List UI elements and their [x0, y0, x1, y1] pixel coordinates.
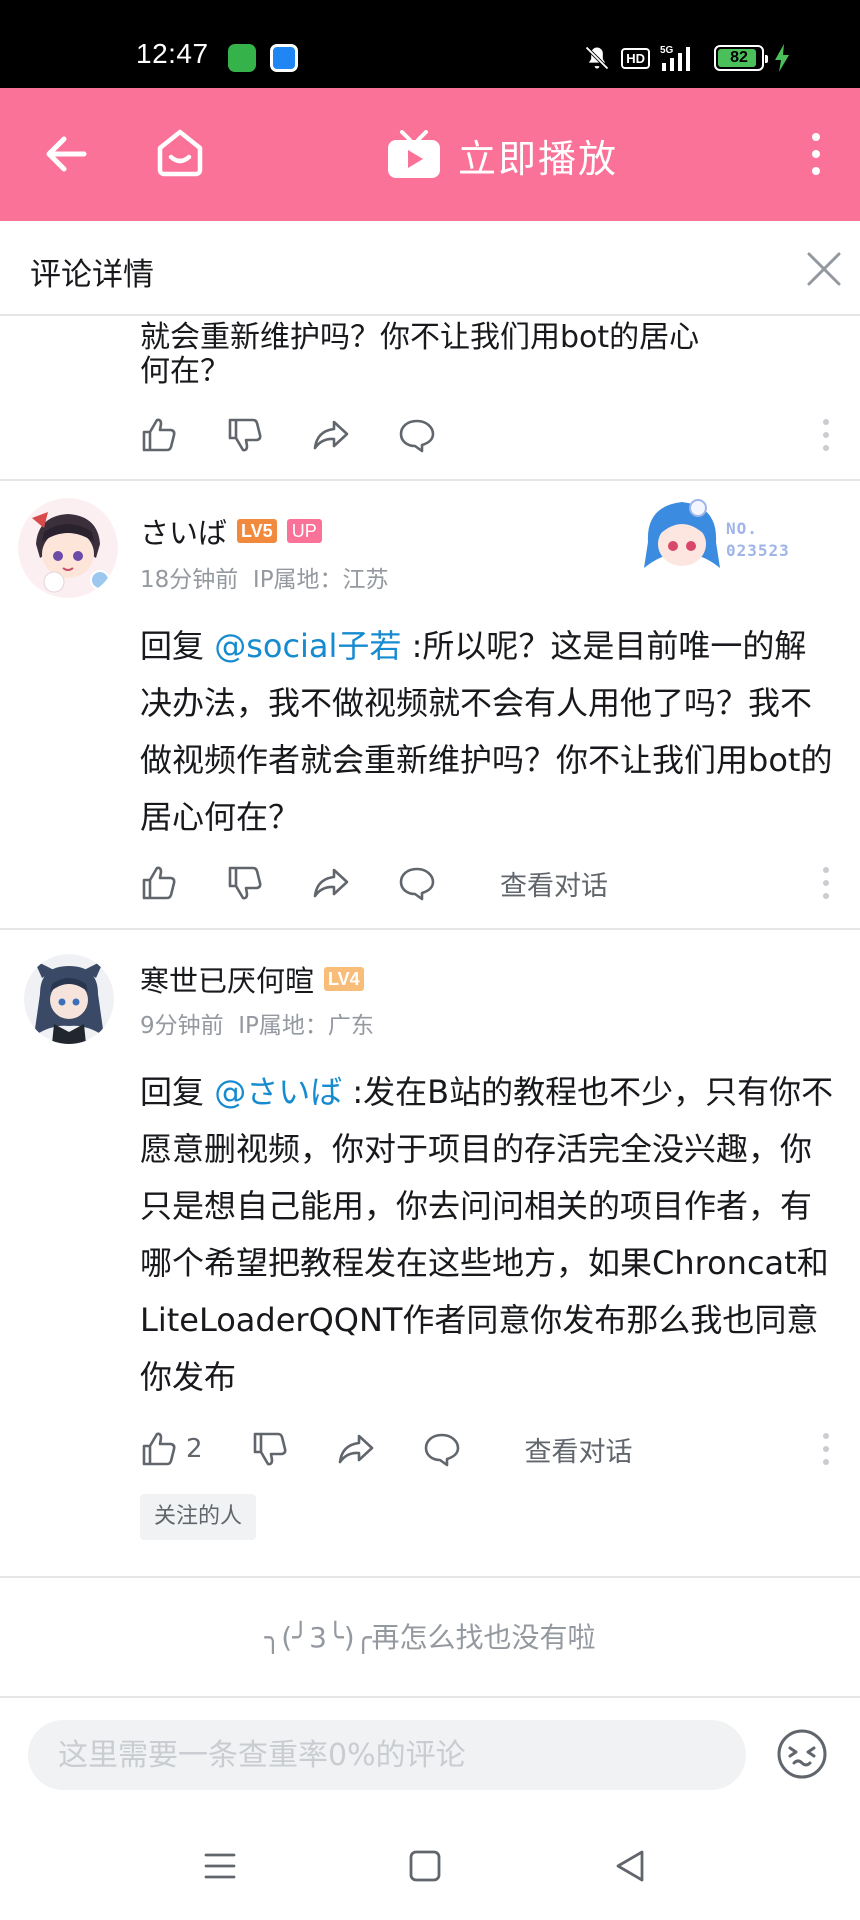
divider: [0, 928, 860, 930]
dislike-button[interactable]: [251, 1430, 289, 1468]
comment-time: 18分钟前: [140, 567, 239, 593]
mute-icon: [585, 46, 609, 70]
end-of-list-message: ╮(╯3╰)╭再怎么找也没有啦: [264, 1621, 596, 1654]
battery-indicator: 82: [714, 45, 768, 71]
reply-button[interactable]: [398, 416, 436, 454]
play-now-label: 立即播放: [458, 137, 619, 181]
previous-comment-actions: [140, 410, 830, 460]
username-text[interactable]: さいば: [140, 510, 227, 552]
comment-body: :发在B站的教程也不少，只有你不愿意删视频，你对于项目的存活完全没兴趣，你只是想…: [140, 1073, 834, 1396]
reply-prefix: 回复: [140, 1073, 215, 1111]
reply-button[interactable]: [423, 1430, 461, 1468]
more-icon[interactable]: [808, 132, 824, 176]
share-button[interactable]: [337, 1430, 375, 1468]
level-badge: LV4: [324, 967, 364, 991]
reply-icon: [399, 419, 435, 453]
like-count: 2: [186, 1434, 203, 1464]
comment-text: 回复 @さいば :发在B站的教程也不少，只有你不愿意删视频，你对于项目的存活完全…: [140, 1064, 834, 1406]
comment-meta: 18分钟前 IP属地：江苏: [140, 560, 389, 594]
reply-icon: [424, 1433, 459, 1467]
reply-button[interactable]: [398, 864, 436, 902]
comment-ip: IP属地：江苏: [252, 567, 389, 593]
previous-comment-cut-line: 就会重新维护吗？你不让我们用bot的居心: [140, 320, 700, 355]
mention-link[interactable]: @social子若: [214, 627, 401, 665]
back-nav-icon[interactable]: [610, 1846, 650, 1886]
share-icon: [313, 868, 349, 898]
divider: [0, 479, 860, 481]
comment-time: 9分钟前: [140, 1013, 224, 1039]
back-icon[interactable]: [44, 132, 88, 176]
comment-actions: 2 查看对话: [140, 1424, 830, 1474]
menu-nav-icon[interactable]: [200, 1846, 240, 1886]
share-button[interactable]: [312, 864, 350, 902]
comment-detail-titlebar: 评论详情: [0, 221, 860, 316]
comment-menu-icon[interactable]: [822, 418, 830, 452]
page-title: 评论详情: [30, 257, 154, 293]
avatar[interactable]: [18, 498, 118, 598]
previous-comment-text: 就会重新维护吗？你不让我们用bot的居心 何在？: [140, 320, 830, 400]
reply-icon: [399, 867, 435, 901]
fan-badge-character-icon: [644, 499, 720, 568]
up-badge: UP: [286, 519, 322, 543]
mention-link[interactable]: @さいば: [214, 1073, 342, 1111]
dislike-icon: [228, 866, 262, 900]
like-icon: [142, 866, 176, 900]
comment-menu-icon[interactable]: [822, 1432, 830, 1466]
close-icon[interactable]: [804, 249, 844, 289]
level-badge: LV5: [237, 519, 277, 543]
wechat-notification-icon: [228, 44, 256, 72]
home-nav-icon[interactable]: [405, 1846, 445, 1886]
fan-badge: NO. 023523: [640, 492, 810, 582]
dislike-icon: [253, 1432, 287, 1466]
hd-indicator: HD: [621, 47, 650, 69]
like-button[interactable]: [140, 864, 178, 902]
divider: [0, 1576, 860, 1578]
comment-meta: 9分钟前 IP属地：广东: [140, 1006, 374, 1040]
reply-prefix: 回复: [140, 627, 215, 665]
like-button[interactable]: [140, 416, 178, 454]
charging-icon: [775, 44, 789, 72]
status-time: 12:47: [136, 38, 209, 69]
comment-actions: 查看对话: [140, 858, 830, 908]
share-button[interactable]: [312, 416, 350, 454]
app-notification-icon: [270, 44, 298, 72]
like-button[interactable]: 2: [140, 1430, 203, 1468]
comment-ip: IP属地：广东: [238, 1013, 374, 1039]
comment-username[interactable]: さいば LV5 UP: [140, 510, 322, 552]
view-dialog-link[interactable]: 查看对话: [525, 1430, 633, 1469]
signal-icon: 5G: [660, 45, 690, 71]
avatar[interactable]: [24, 954, 114, 1044]
emoji-icon[interactable]: [776, 1728, 828, 1780]
comment-menu-icon[interactable]: [822, 866, 830, 900]
tv-play-icon: [388, 129, 440, 178]
dislike-button[interactable]: [226, 864, 264, 902]
share-icon: [313, 420, 349, 450]
top-header: 立即播放: [0, 88, 860, 221]
dislike-button[interactable]: [226, 416, 264, 454]
comment-list[interactable]: 就会重新维护吗？你不让我们用bot的居心 何在？ さいば LV5 UP 18分钟…: [0, 316, 860, 1696]
comment-username[interactable]: 寒世已厌何暄 LV4: [140, 958, 364, 1000]
svg-text:5G: 5G: [660, 45, 674, 56]
home-icon[interactable]: [154, 126, 206, 178]
view-dialog-link[interactable]: 查看对话: [500, 864, 608, 903]
system-nav-bar: [0, 1816, 860, 1920]
comment-input-bar: [0, 1696, 860, 1816]
status-bar: 12:47 HD 5G 82: [0, 0, 860, 88]
play-now-button[interactable]: 立即播放: [386, 128, 618, 183]
like-icon: [142, 418, 176, 452]
share-icon: [338, 1434, 373, 1464]
like-icon: [142, 1432, 176, 1466]
username-text[interactable]: 寒世已厌何暄: [140, 958, 314, 1000]
comment-text: 回复 @social子若 :所以呢？这是目前唯一的解决办法，我不做视频就不会有人…: [140, 618, 834, 846]
dislike-icon: [228, 418, 262, 452]
followed-tag: 关注的人: [140, 1494, 257, 1540]
fan-badge-number: NO. 023523: [726, 519, 790, 560]
comment-input[interactable]: [28, 1720, 746, 1790]
